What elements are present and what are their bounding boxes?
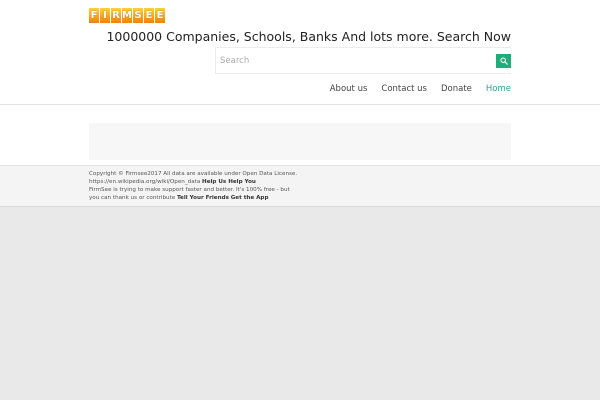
search-icon [499,57,508,65]
nav-about-us[interactable]: About us [330,84,368,94]
logo-letter: R [111,8,121,23]
search-box [215,47,511,74]
logo-letter: M [122,8,132,23]
firmsee-logo[interactable]: F I R M S E E [89,8,165,23]
nav-donate[interactable]: Donate [441,84,472,94]
site-header: F I R M S E E 1000000 Companies, Schools… [0,0,600,105]
logo-letter: E [144,8,154,23]
help-us-link[interactable]: Help Us Help You [202,179,256,185]
footer-text: Copyright © Firmsee2017 All data are ava… [89,170,301,202]
search-input[interactable] [216,48,492,73]
logo-letter: E [155,8,165,23]
search-button[interactable] [496,54,511,68]
nav-contact-us[interactable]: Contact us [381,84,427,94]
logo-letter: F [89,8,99,23]
ad-placeholder [89,123,511,160]
site-footer: Copyright © Firmsee2017 All data are ava… [0,165,600,207]
tell-friends-link[interactable]: Tell Your Friends [177,195,229,201]
footer-copyright: Copyright © Firmsee2017 All data are ava… [89,171,298,185]
nav-home[interactable]: Home [486,84,511,94]
main-nav: About us Contact us Donate Home [330,84,511,94]
logo-letter: S [133,8,143,23]
logo-letter: I [100,8,110,23]
site-headline: 1000000 Companies, Schools, Banks And lo… [106,29,511,44]
get-app-link[interactable]: Get the App [231,195,269,201]
